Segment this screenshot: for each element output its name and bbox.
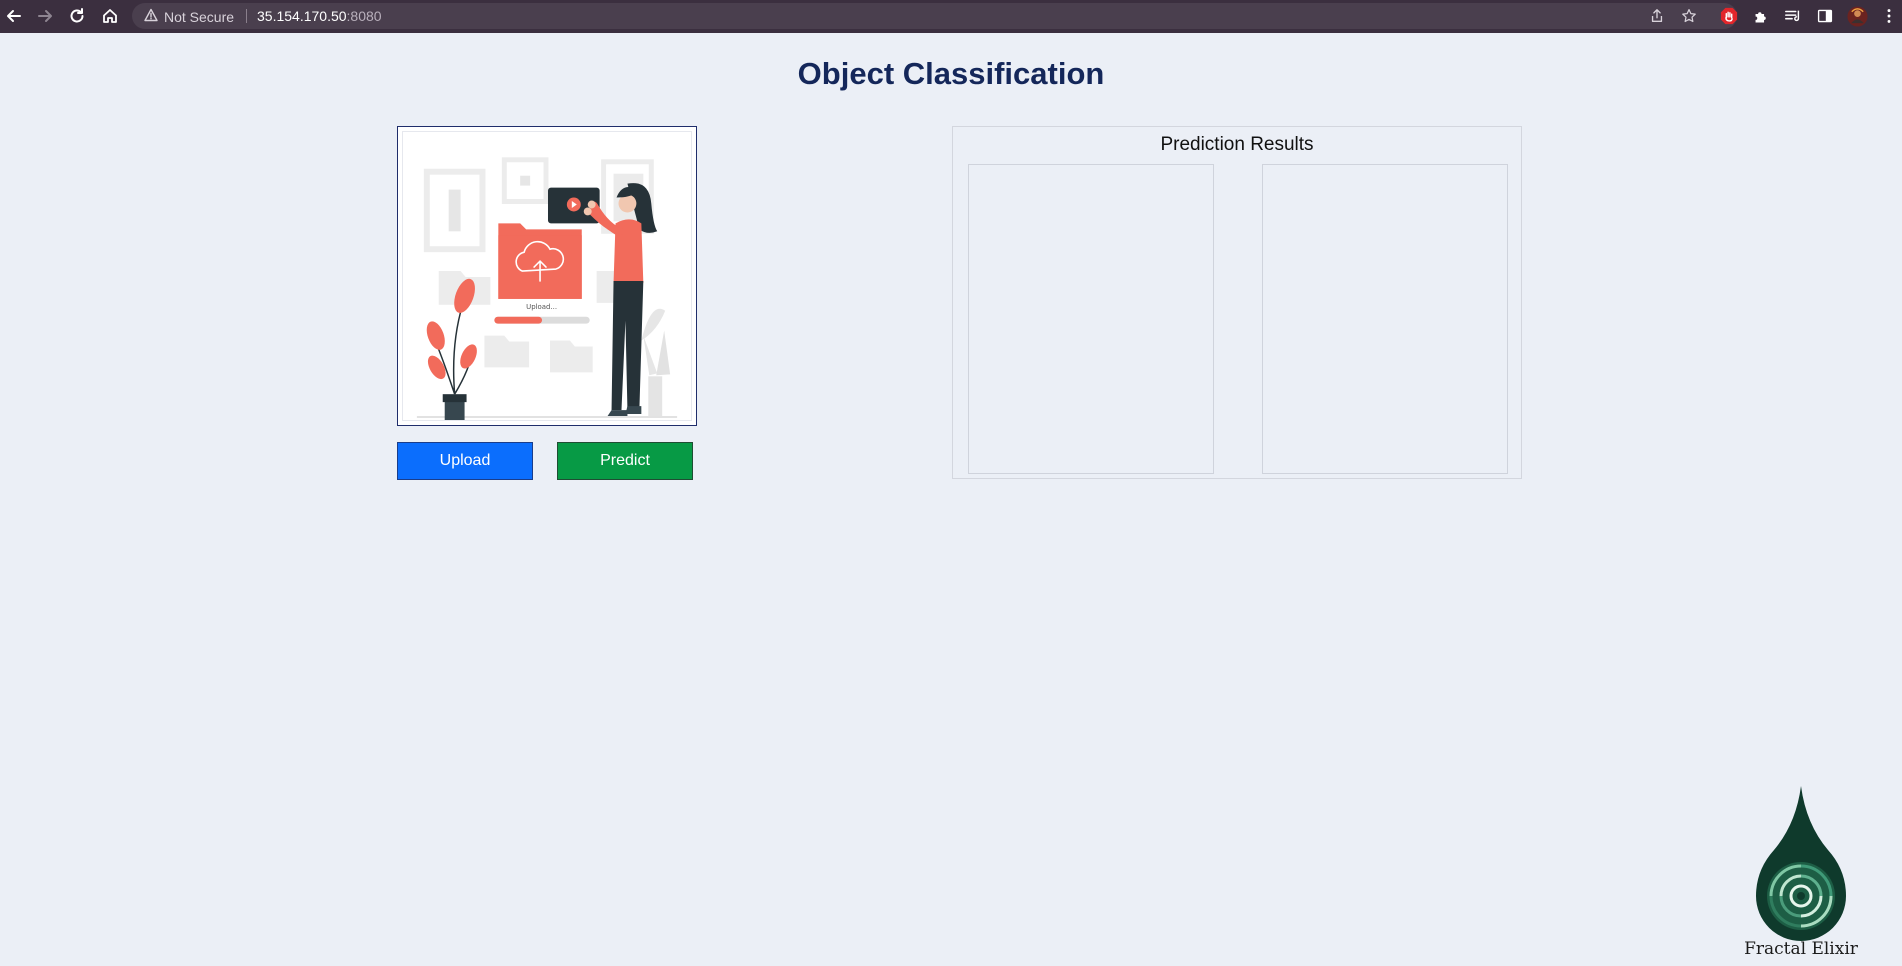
reload-icon[interactable] — [65, 4, 89, 28]
upload-illustration: Upload... — [402, 131, 692, 421]
back-arrow-icon[interactable] — [2, 4, 26, 28]
puzzle-extensions-icon[interactable] — [1750, 5, 1772, 27]
prediction-results-title: Prediction Results — [1160, 134, 1314, 155]
fractal-elixir-logo: Fractal Elixir — [1738, 784, 1864, 962]
side-panel-icon[interactable] — [1814, 5, 1836, 27]
star-icon[interactable] — [1680, 7, 1698, 25]
share-icon[interactable] — [1648, 7, 1666, 25]
url-host: 35.154.170.50 — [257, 8, 347, 24]
upload-button[interactable]: Upload — [397, 442, 533, 480]
omnibox-divider — [246, 9, 247, 23]
prediction-results-panel: Prediction Results — [952, 126, 1522, 479]
reading-list-icon[interactable] — [1782, 5, 1804, 27]
url-port: :8080 — [346, 8, 382, 24]
warning-triangle-icon — [144, 8, 158, 25]
svg-text:Upload...: Upload... — [526, 303, 557, 311]
address-bar[interactable]: Not Secure 35.154.170.50:8080 — [132, 3, 1737, 29]
page-title: Object Classification — [797, 56, 1105, 91]
logo-text: Fractal Elixir — [1744, 939, 1859, 959]
image-preview: Upload... — [397, 126, 697, 426]
security-label: Not Secure — [164, 8, 235, 25]
more-menu-icon[interactable] — [1878, 5, 1900, 27]
url-text[interactable]: 35.154.170.50:8080 — [257, 8, 382, 24]
home-icon[interactable] — [98, 4, 122, 28]
forward-arrow-icon[interactable] — [33, 4, 57, 28]
browser-toolbar: Not Secure 35.154.170.50:8080 — [0, 0, 1902, 33]
profile-avatar-icon[interactable] — [1846, 5, 1868, 27]
adblock-hand-icon[interactable] — [1718, 5, 1740, 27]
predict-button[interactable]: Predict — [557, 442, 693, 480]
result-box-left — [968, 164, 1214, 474]
result-box-right — [1262, 164, 1508, 474]
security-indicator[interactable]: Not Secure — [144, 8, 234, 25]
